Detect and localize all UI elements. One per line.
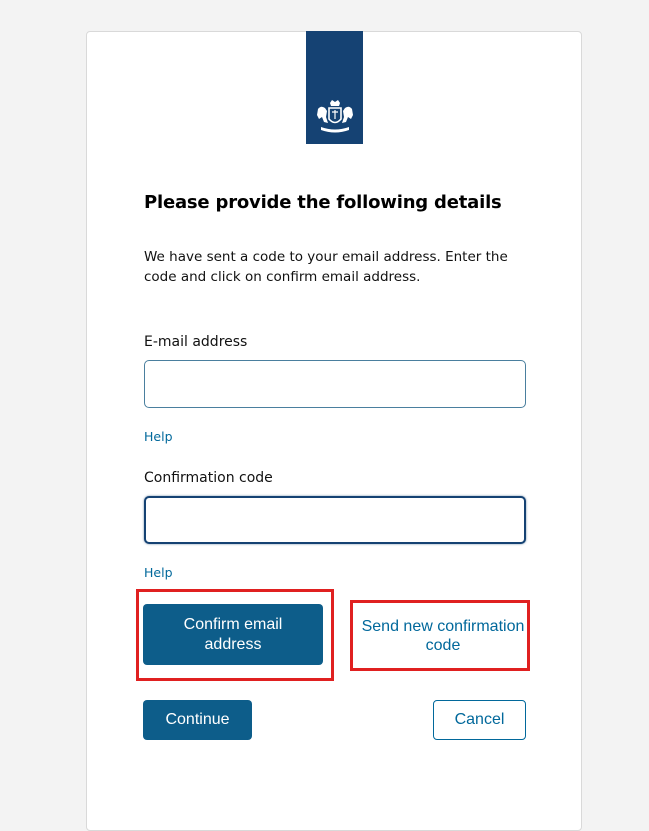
email-label: E-mail address (144, 334, 248, 350)
page-title: Please provide the following details (144, 192, 502, 213)
signup-card: Please provide the following details We … (86, 31, 582, 831)
intro-text: We have sent a code to your email addres… (144, 249, 508, 285)
coat-of-arms-icon (317, 100, 353, 133)
email-field[interactable] (144, 360, 526, 408)
cancel-button[interactable]: Cancel (433, 700, 526, 740)
confirmation-code-label: Confirmation code (144, 470, 273, 486)
email-help-link[interactable]: Help (144, 429, 173, 444)
continue-button[interactable]: Continue (143, 700, 252, 740)
send-new-code-button[interactable]: Send new confirmation code (359, 614, 527, 658)
government-logo-ribbon (306, 31, 363, 144)
confirmation-code-field[interactable] (144, 496, 526, 544)
confirm-email-button[interactable]: Confirm email address (143, 604, 323, 665)
confirmation-code-help-link[interactable]: Help (144, 565, 173, 580)
